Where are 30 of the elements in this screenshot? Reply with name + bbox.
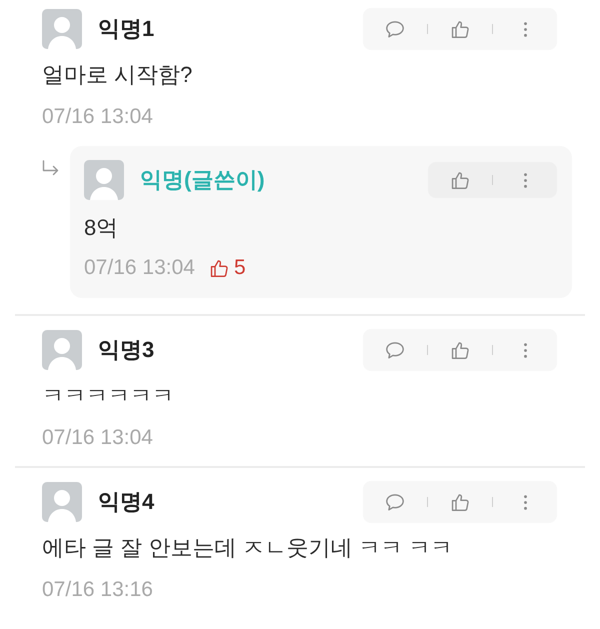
- thumbs-up-icon: [450, 492, 470, 512]
- comment-text: ㅋㅋㅋㅋㅋㅋ: [42, 382, 175, 410]
- speech-bubble-icon: [385, 340, 405, 360]
- speech-bubble-icon: [385, 19, 405, 39]
- more-icon: [522, 494, 528, 510]
- speech-bubble-icon: [385, 492, 405, 512]
- avatar-icon: [42, 9, 82, 49]
- avatar-icon: [42, 330, 82, 370]
- timestamp: 07/16 13:04: [42, 426, 153, 450]
- author-name: 익명4: [98, 488, 154, 516]
- thumbs-up-icon: [450, 170, 470, 190]
- author-name: 익명(글쓴이): [140, 166, 265, 194]
- thumbs-up-icon: [450, 19, 470, 39]
- more-icon: [522, 172, 528, 188]
- timestamp: 07/16 13:04: [84, 256, 195, 280]
- more-icon: [522, 342, 528, 358]
- avatar-icon: [84, 160, 124, 200]
- comment-text: 얼마로 시작함?: [42, 61, 194, 89]
- reply-arrow-icon: [42, 160, 59, 176]
- more-icon: [522, 20, 528, 38]
- like-count: 5: [234, 256, 246, 280]
- author-name: 익명3: [98, 336, 154, 364]
- author-name: 익명1: [98, 15, 154, 43]
- thumbs-up-icon: [208, 258, 229, 278]
- thumbs-up-icon: [450, 340, 470, 360]
- avatar-icon: [42, 482, 82, 522]
- comment-text: 8억: [84, 214, 120, 242]
- timestamp: 07/16 13:04: [42, 105, 153, 129]
- comment-text: 에타 글 잘 안보는데 ㅈㄴ웃기네 ㅋㅋ ㅋㅋ: [42, 534, 454, 562]
- timestamp: 07/16 13:16: [42, 578, 153, 602]
